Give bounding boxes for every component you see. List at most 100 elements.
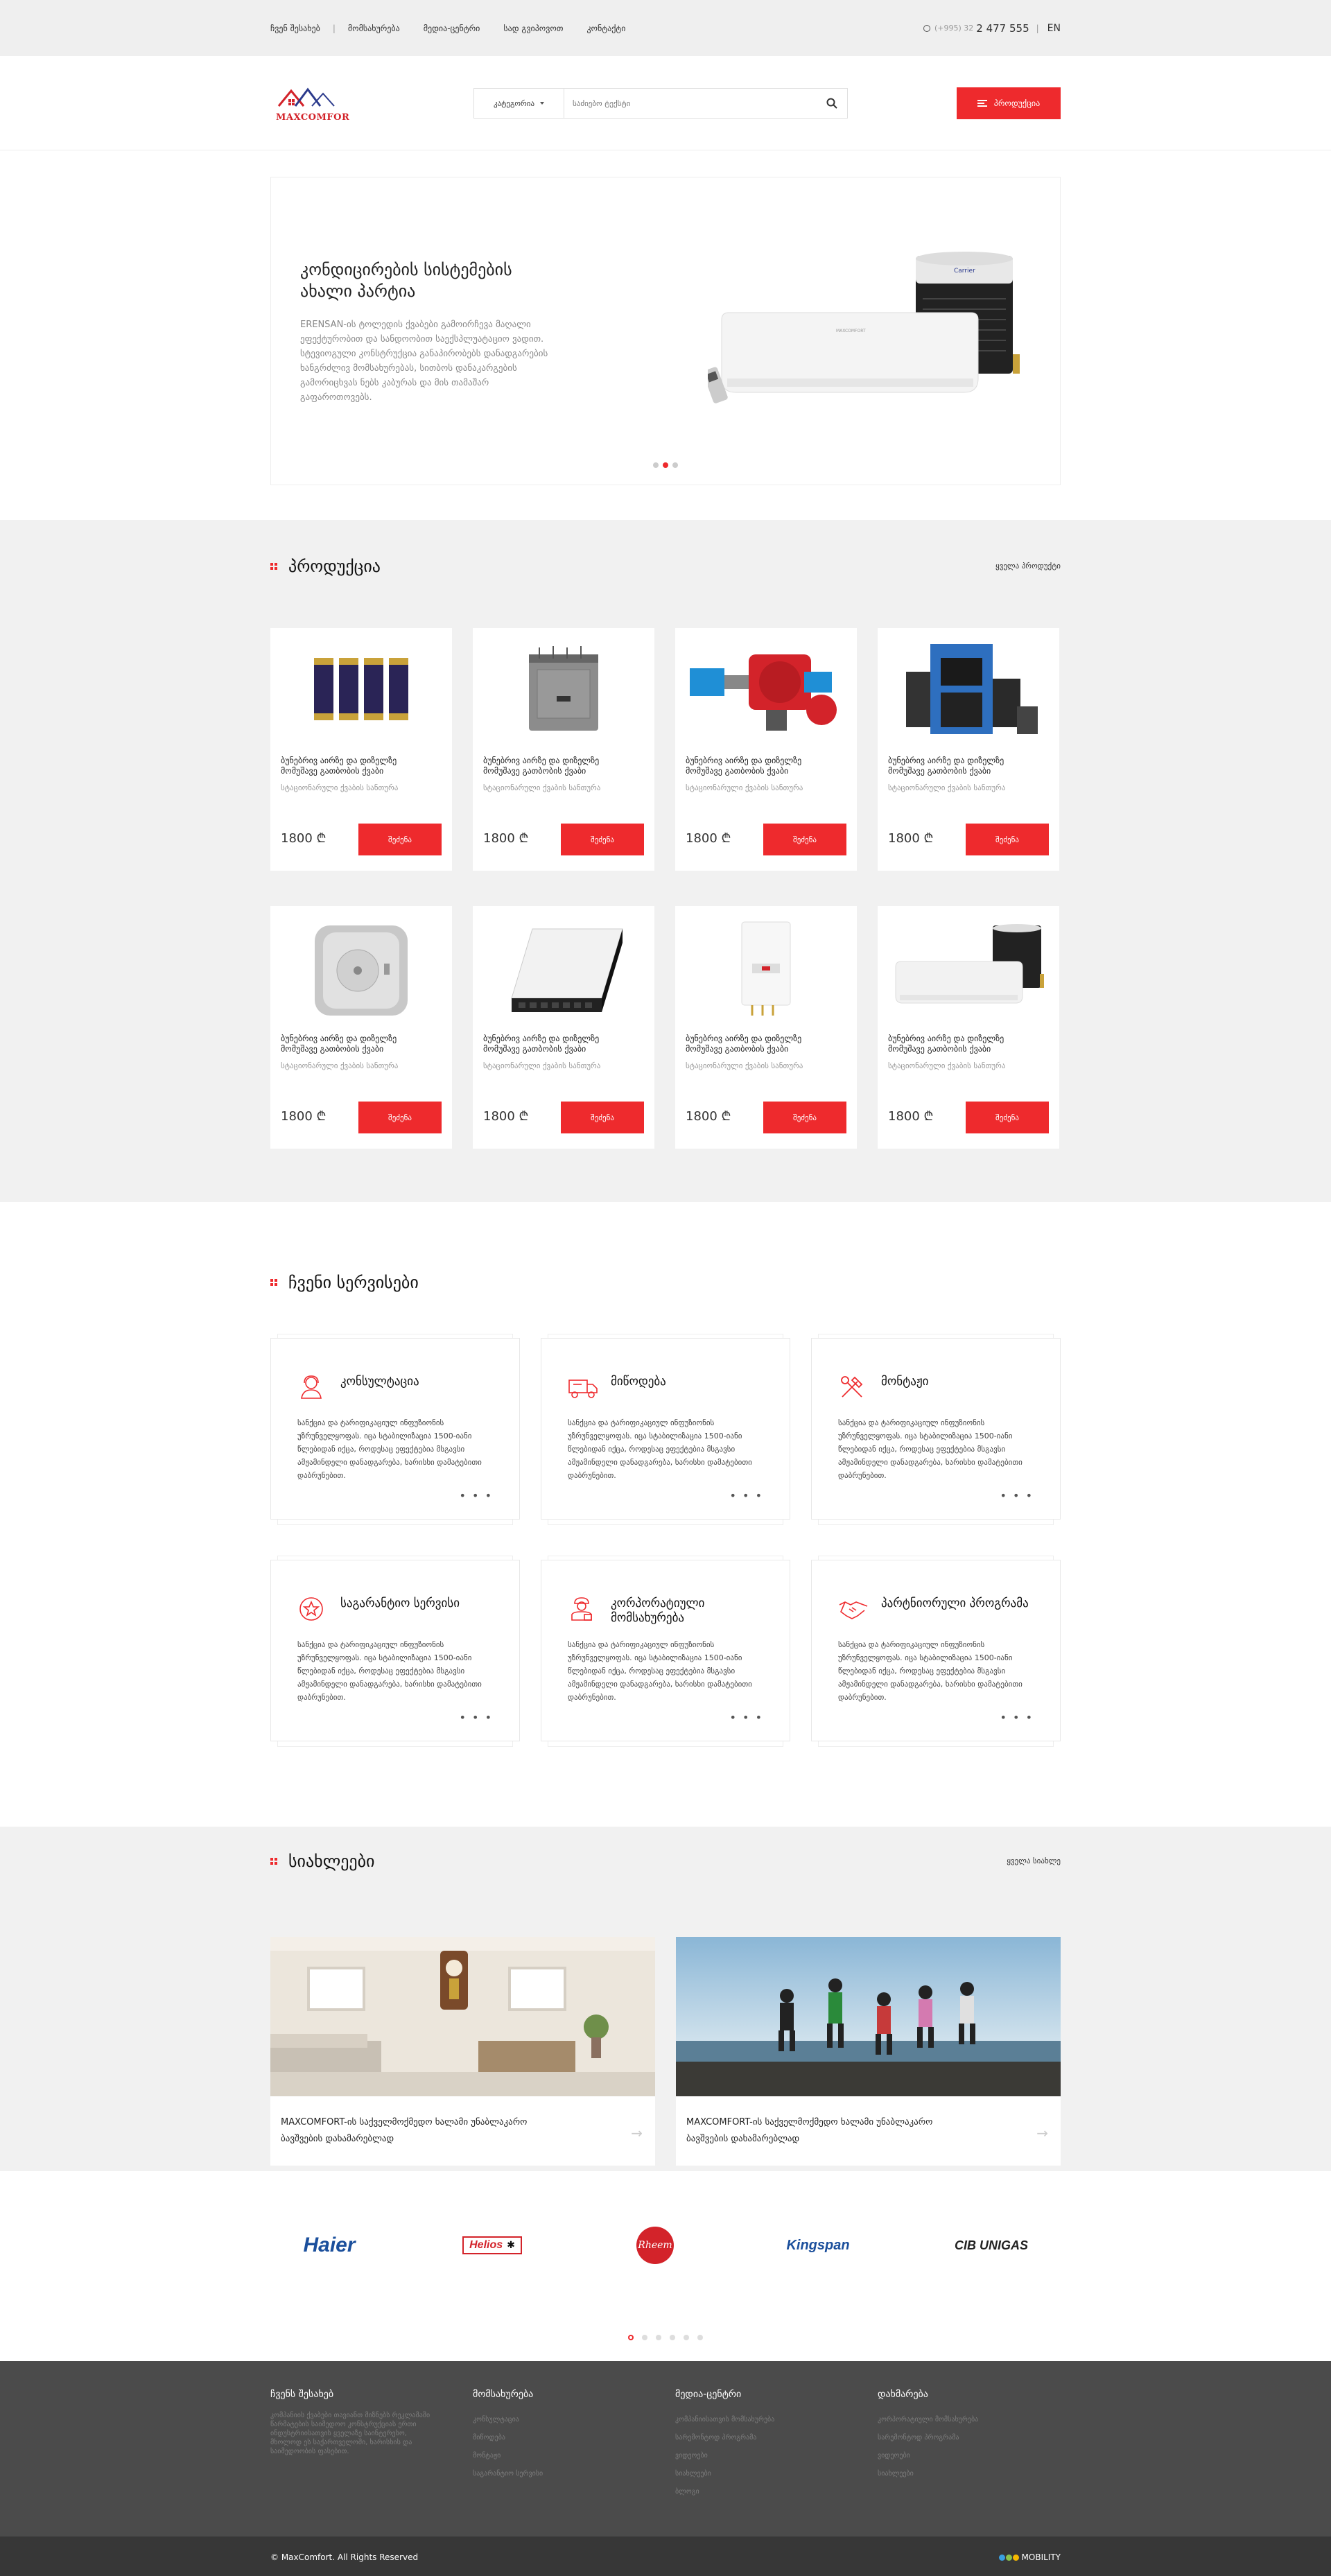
footer-link[interactable]: მონტაჟი: [473, 2447, 654, 2465]
brands-dot[interactable]: [642, 2335, 647, 2340]
service-card[interactable]: მონტაჟი სანქცია და ტარიფიკაციულ ინფუზიონ…: [811, 1334, 1061, 1525]
hero-dot-active[interactable]: [663, 462, 668, 468]
view-all-products-link[interactable]: ყველა პროდუქტი: [995, 562, 1061, 571]
buy-button[interactable]: შეძენა: [763, 824, 846, 855]
product-card[interactable]: ბუნებრივ აირზე და დიზელზე მომუშავე გათბო…: [473, 906, 654, 1149]
service-card[interactable]: პარტნიორული პროგრამა სანქცია და ტარიფიკა…: [811, 1556, 1061, 1747]
footer-link[interactable]: კომპანიისათვის მომსახურება: [675, 2411, 857, 2429]
brands-dot[interactable]: [697, 2335, 703, 2340]
product-price: 1800 ₾: [281, 1109, 327, 1124]
svg-text:Carrier: Carrier: [954, 268, 975, 275]
hero-dot[interactable]: [672, 462, 678, 468]
footer-link[interactable]: საგარანტიო სერვისი: [473, 2465, 654, 2483]
brand-logo-kingspan[interactable]: Kingspan: [780, 2228, 856, 2263]
footer-link[interactable]: ვიდეოები: [675, 2447, 857, 2465]
footer-link[interactable]: სარემონტოდ პროგრამა: [878, 2429, 1059, 2447]
products-menu-button[interactable]: პროდუქცია: [957, 87, 1061, 119]
more-button[interactable]: • • •: [460, 1711, 493, 1724]
search-category-select[interactable]: კატეგორია: [474, 89, 564, 118]
footer-link[interactable]: სიახლეები: [675, 2465, 857, 2483]
product-name: ბუნებრივ აირზე და დიზელზე მომუშავე გათბო…: [888, 756, 1004, 776]
buy-button[interactable]: შეძენა: [966, 824, 1049, 855]
hero-dot[interactable]: [653, 462, 659, 468]
top-nav-divider: |: [332, 23, 336, 33]
search-button[interactable]: [817, 98, 847, 109]
buy-button[interactable]: შეძენა: [561, 824, 644, 855]
more-button[interactable]: • • •: [1000, 1489, 1034, 1502]
product-price: 1800 ₾: [483, 831, 529, 846]
footer-link[interactable]: ბლოგი: [675, 2483, 857, 2501]
more-button[interactable]: • • •: [1000, 1711, 1034, 1724]
service-card[interactable]: კორპორატიული მომსახურება სანქცია და ტარი…: [541, 1556, 790, 1747]
top-nav-contact[interactable]: კონტაქტი: [586, 24, 638, 33]
credit-dot-icon: [998, 2554, 1005, 2561]
product-card[interactable]: ბუნებრივ აირზე და დიზელზე მომუშავე გათბო…: [473, 628, 654, 871]
product-name: ბუნებრივ აირზე და დიზელზე მომუშავე გათბო…: [888, 1034, 1004, 1054]
product-card[interactable]: ბუნებრივ აირზე და დიზელზე მომუშავე გათბო…: [270, 628, 452, 871]
footer-link[interactable]: მიწოდება: [473, 2429, 654, 2447]
product-card[interactable]: ბუნებრივ აირზე და დიზელზე მომუშავე გათბო…: [878, 628, 1059, 871]
services-header: ჩვენი სერვისები: [270, 1271, 1061, 1294]
buy-button[interactable]: შეძენა: [358, 824, 442, 855]
search-input[interactable]: [564, 89, 817, 118]
more-button[interactable]: • • •: [730, 1711, 763, 1724]
product-card[interactable]: ბუნებრივ აირზე და დიზელზე მომუშავე გათბო…: [878, 906, 1059, 1149]
brand-logo-haier[interactable]: Haier: [291, 2228, 367, 2263]
hero-slider: კონდიცირების სისტემების ახალი პარტია ERE…: [270, 177, 1061, 485]
footer-link[interactable]: სარემონტოდ პროგრამა: [675, 2429, 857, 2447]
service-card[interactable]: საგარანტიო სერვისი სანქცია და ტარიფიკაცი…: [270, 1556, 520, 1747]
developer-credit[interactable]: MOBILITY: [998, 2552, 1061, 2562]
service-title: საგარანტიო სერვისი: [340, 1596, 460, 1610]
footer-col-about: ჩვენს შესახებ კომპანიის ქვაბები თავიანთ …: [270, 2389, 452, 2501]
service-card[interactable]: კონსულტაცია სანქცია და ტარიფიკაციულ ინფუ…: [270, 1334, 520, 1525]
top-nav-services[interactable]: მომსახურება: [348, 24, 424, 33]
buy-button[interactable]: შეძენა: [561, 1102, 644, 1133]
more-button[interactable]: • • •: [730, 1489, 763, 1502]
news-card[interactable]: MAXCOMFORT-ის საქველმოქმედო ხალამი უნაბლ…: [270, 1937, 655, 2166]
product-card[interactable]: ბუნებრივ აირზე და დიზელზე მომუშავე გათბო…: [270, 906, 452, 1149]
product-name: ბუნებრივ აირზე და დიზელზე მომუშავე გათბო…: [483, 756, 600, 776]
buy-button[interactable]: შეძენა: [763, 1102, 846, 1133]
product-card[interactable]: ბუნებრივ აირზე და დიზელზე მომუშავე გათბო…: [675, 628, 857, 871]
service-title: მონტაჟი: [881, 1375, 929, 1389]
service-card[interactable]: მიწოდება სანქცია და ტარიფიკაციულ ინფუზიო…: [541, 1334, 790, 1525]
top-nav-media[interactable]: მედია-ცენტრი: [424, 24, 504, 33]
more-button[interactable]: • • •: [460, 1489, 493, 1502]
brands-dot[interactable]: [656, 2335, 661, 2340]
section-title: პროდუქცია: [270, 557, 381, 576]
footer: ჩვენს შესახებ კომპანიის ქვაბები თავიანთ …: [0, 2361, 1331, 2536]
buy-button[interactable]: შეძენა: [966, 1102, 1049, 1133]
service-text: სანქცია და ტარიფიკაციულ ინფუზიონის უზრუნ…: [568, 1640, 752, 1702]
brands-dot-active[interactable]: [628, 2335, 634, 2340]
top-nav-locations[interactable]: სად გვიპოვოთ: [503, 24, 586, 33]
brands-dot[interactable]: [670, 2335, 675, 2340]
view-all-news-link[interactable]: ყველა სიახლე: [1007, 1856, 1061, 1865]
footer-link[interactable]: კონსულტაცია: [473, 2411, 654, 2429]
services-section: ჩვენი სერვისები კონსულტაცია სანქცია და ტ…: [0, 1202, 1331, 1827]
language-switch[interactable]: EN: [1047, 23, 1061, 34]
brands-dot[interactable]: [684, 2335, 689, 2340]
footer-link[interactable]: კორპორატიული მომსახურება: [878, 2411, 1059, 2429]
news-text: MAXCOMFORT-ის საქველმოქმედო ხალამი უნაბლ…: [686, 2117, 933, 2144]
news-card[interactable]: MAXCOMFORT-ის საქველმოქმედო ხალამი უნაბლ…: [676, 1937, 1061, 2166]
top-nav-about[interactable]: ჩვენ შესახებ: [270, 24, 333, 33]
logo[interactable]: MAXCOMFOR: [270, 82, 349, 124]
search-category-label: კატეგორია: [493, 98, 535, 108]
brand-logo-helios[interactable]: Helios ✱: [454, 2228, 530, 2263]
brands-section: Haier Helios ✱ Rheem Kingspan CIB UNIGAS: [0, 2171, 1331, 2361]
footer-link[interactable]: სიახლეები: [878, 2465, 1059, 2483]
grid-squares-icon: [270, 562, 277, 570]
brand-logo-cib-unigas[interactable]: CIB UNIGAS: [943, 2228, 1040, 2263]
product-card[interactable]: ბუნებრივ აირზე და დიზელზე მომუშავე გათბო…: [675, 906, 857, 1149]
footer-link[interactable]: ვიდეოები: [878, 2447, 1059, 2465]
footer-about-text: კომპანიის ქვაბები თავიანთ მიზნებს რეკლამ…: [270, 2412, 430, 2455]
lang-divider: |: [1036, 23, 1039, 33]
search-bar: კატეგორია: [473, 88, 848, 119]
arrow-right-icon[interactable]: →: [631, 2125, 643, 2141]
brand-logo-rheem[interactable]: Rheem: [617, 2227, 693, 2264]
arrow-right-icon[interactable]: →: [1036, 2125, 1048, 2141]
contact-info: (+995) 32 2 477 555 | EN: [923, 22, 1061, 35]
phone-number[interactable]: 2 477 555: [976, 22, 1029, 35]
buy-button[interactable]: შეძენა: [358, 1102, 442, 1133]
product-image: [675, 628, 857, 750]
